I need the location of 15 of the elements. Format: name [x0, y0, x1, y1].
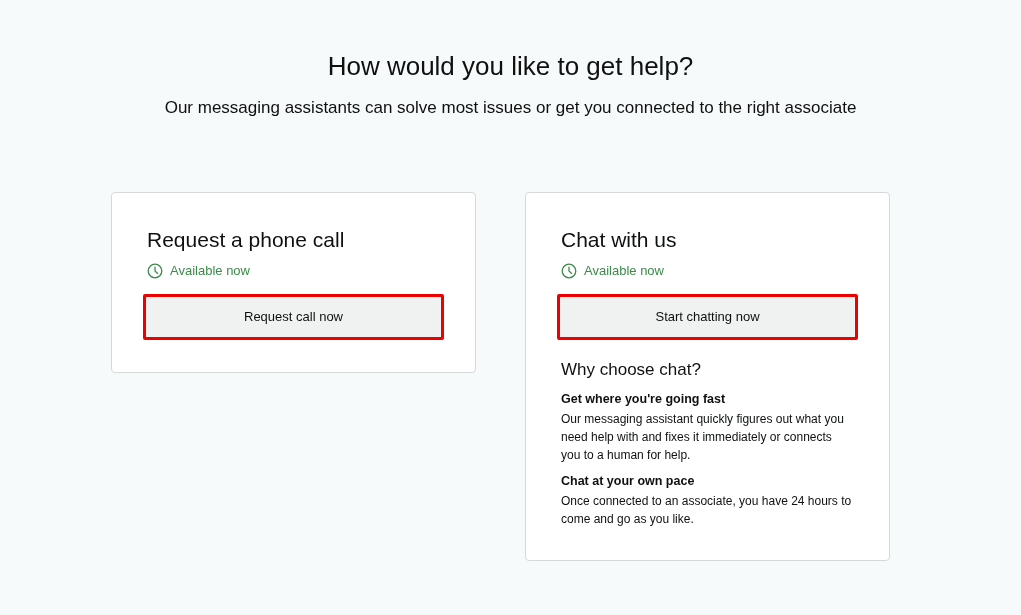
section-title: Why choose chat? — [561, 358, 702, 381]
reason-title: Chat at your own pace — [561, 472, 696, 490]
availability-status: Available now — [584, 262, 664, 280]
action-button[interactable]: Request call now — [143, 293, 444, 340]
page-subheading: Our messaging assistants can solve most issues or get you connected to the right associate — [164, 97, 857, 119]
card-title: Chat with us — [560, 227, 678, 253]
action-button[interactable]: Start chatting now — [557, 293, 858, 340]
reason-text: Once connected to an associate, you have 24 hours to come and go as you like. — [561, 492, 853, 528]
reason-title: Get where you're going fast — [561, 390, 727, 408]
availability-status: Available now — [170, 262, 250, 280]
clock-icon — [147, 262, 163, 279]
reason-text: Our messaging assistant quickly figures out what you need help with and fixes it immediately or connects you to a human for help. — [561, 410, 845, 464]
clock-icon — [561, 262, 577, 279]
card-title: Request a phone call — [146, 227, 346, 253]
page-heading: How would you like to get help? — [327, 50, 694, 83]
